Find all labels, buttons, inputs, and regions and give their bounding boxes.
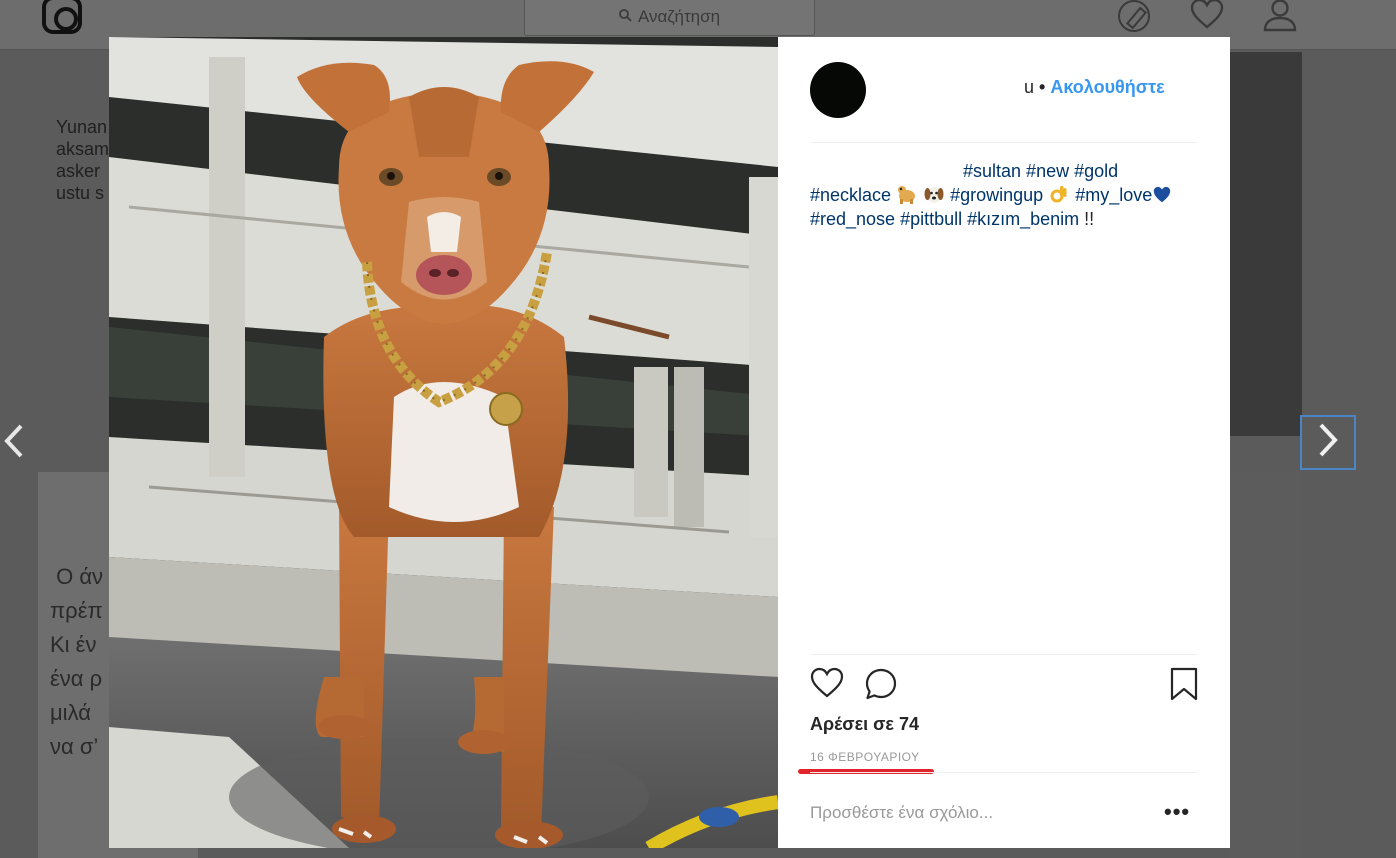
likes-count[interactable]: Αρέσει σε 74 [810, 714, 919, 735]
avatar[interactable] [810, 62, 866, 118]
feed-post-thumbnail[interactable] [1228, 472, 1302, 858]
username-fragment[interactable]: u [1024, 77, 1034, 97]
hashtags-line1[interactable]: #sultan #new #gold [963, 161, 1118, 181]
username-redacted [878, 75, 1028, 97]
caption-redacted [810, 163, 958, 182]
chevron-left-icon [3, 423, 25, 464]
post-photo[interactable] [109, 37, 778, 848]
feed-post-text: Ο άν πρέπ Κι έν ένα ρ μιλά να σ’ [50, 564, 104, 759]
post-actions [810, 667, 1200, 707]
hashtags-line3[interactable]: #red_nose #pittbull #kızım_benim [810, 209, 1079, 229]
heart-icon[interactable] [1190, 0, 1224, 35]
dog-emoji [896, 183, 918, 205]
save-bookmark-button[interactable] [1170, 667, 1198, 706]
search-placeholder: Αναζήτηση [637, 7, 721, 26]
instagram-logo-icon[interactable] [42, 0, 82, 34]
blue-heart-emoji [1152, 185, 1174, 207]
search-icon [619, 7, 632, 27]
dog-photo-illustration [109, 37, 778, 848]
more-options-button[interactable]: ••• [1164, 799, 1190, 825]
post-sidebar: u • Ακολουθήστε #sultan #new #gold #neck… [778, 37, 1230, 848]
separator-dot: • [1039, 77, 1046, 97]
comment-divider [810, 772, 1198, 773]
hashtag-growingup[interactable]: #growingup [950, 185, 1043, 205]
dog-face-emoji [923, 183, 945, 205]
post-caption: #sultan #new #gold #necklace #growingup … [810, 159, 1202, 231]
feed-post-text: Yunan aksam asker ustu s [56, 117, 110, 203]
post-header: u • Ακολουθήστε [778, 37, 1230, 142]
next-post-button[interactable] [1300, 415, 1356, 470]
header-divider [810, 142, 1198, 143]
bookmark-icon [1170, 667, 1198, 705]
comment-input[interactable] [810, 800, 1140, 826]
feed-post-thumbnail[interactable] [1228, 52, 1302, 436]
comment-bubble-icon [864, 668, 898, 705]
compass-icon[interactable] [1118, 0, 1150, 32]
caption-suffix: !! [1079, 209, 1095, 229]
header-row: u • Ακολουθήστε [1024, 77, 1165, 98]
follow-button[interactable]: Ακολουθήστε [1050, 77, 1164, 97]
hashtag-necklace[interactable]: #necklace [810, 185, 891, 205]
person-icon[interactable] [1262, 0, 1298, 37]
actions-divider [810, 654, 1198, 655]
previous-post-button[interactable] [0, 418, 28, 468]
chevron-right-icon [1317, 422, 1339, 463]
search-box[interactable]: Αναζήτηση [524, 0, 815, 36]
like-button[interactable] [810, 667, 844, 704]
hashtag-my-love[interactable]: #my_love [1075, 185, 1152, 205]
ok-hand-emoji [1048, 183, 1070, 205]
comment-button[interactable] [864, 667, 898, 706]
post-date[interactable]: 16 ΦΕΒΡΟΥΑΡΙΟΥ [810, 750, 920, 764]
post-modal: u • Ακολουθήστε #sultan #new #gold #neck… [109, 37, 1230, 848]
heart-icon [810, 667, 844, 703]
